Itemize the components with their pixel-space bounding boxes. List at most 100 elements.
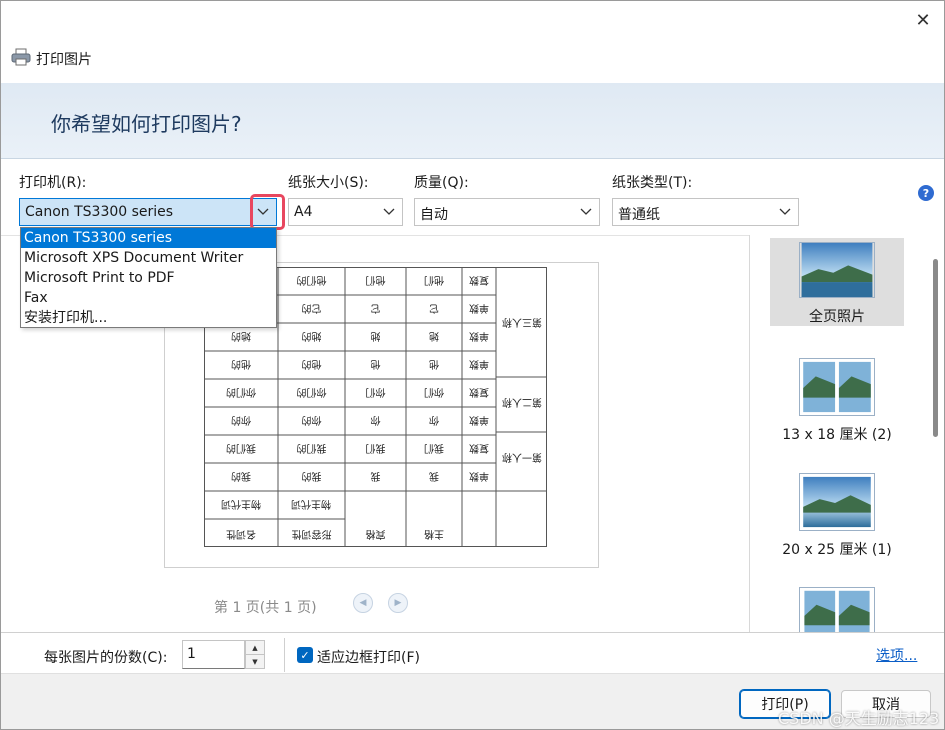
- chevron-down-icon[interactable]: [376, 199, 402, 225]
- worksheet-cell: 复数: [469, 386, 489, 399]
- copies-input[interactable]: 1: [182, 640, 245, 669]
- worksheet-cell: 他的: [302, 358, 322, 371]
- layout-more[interactable]: [770, 583, 904, 633]
- worksheet-cell: 主格: [424, 528, 444, 541]
- paper-size-select[interactable]: A4: [288, 198, 403, 226]
- dialog-header: 你希望如何打印图片?: [1, 83, 944, 159]
- window-title: 打印图片: [36, 52, 92, 68]
- quality-select[interactable]: 自动: [414, 198, 600, 226]
- worksheet-cell: 你们: [424, 386, 444, 399]
- worksheet-cell: 你的: [231, 414, 251, 427]
- worksheet-cell: 他们的: [297, 274, 327, 287]
- previous-page-button[interactable]: ◀: [353, 593, 373, 613]
- two-portrait-thumbnail: [799, 358, 875, 416]
- fit-to-frame-label[interactable]: 适应边框打印(F): [317, 647, 420, 667]
- help-icon[interactable]: ?: [918, 185, 934, 201]
- worksheet-cell: 她的: [302, 330, 322, 343]
- landscape-thumbnail: [799, 242, 875, 298]
- worksheet-cell: 你: [371, 414, 381, 427]
- close-button[interactable]: ✕: [906, 7, 940, 33]
- quality-value: 自动: [420, 207, 448, 223]
- worksheet-cell: 单数: [469, 358, 489, 371]
- worksheet-cell: 第一人称: [502, 451, 542, 464]
- chevron-down-icon[interactable]: [772, 199, 798, 225]
- install-printer-option[interactable]: 安装打印机...: [21, 308, 276, 328]
- layout-full-page[interactable]: 全页照片: [770, 238, 904, 326]
- worksheet-cell: 物主代词: [291, 498, 331, 511]
- landscape-thumbnail: [799, 473, 875, 531]
- worksheet-cell: 物主代词: [221, 498, 261, 511]
- worksheet-cell: 他们: [366, 274, 386, 287]
- divider: [1, 632, 944, 633]
- layout-caption: 全页照片: [809, 309, 865, 325]
- checkmark-icon: ✓: [300, 648, 310, 662]
- next-page-button[interactable]: ▶: [388, 593, 408, 613]
- worksheet-cell: 你们的: [297, 386, 327, 399]
- worksheet-cell: 我: [371, 470, 381, 482]
- worksheet-cell: 我们的: [226, 442, 256, 455]
- worksheet-cell: 我: [429, 470, 439, 482]
- worksheet-cell: 你们: [366, 386, 386, 399]
- layout-list: 全页照片 13 x 18 厘米 (2) 20 x 25 厘米 (1): [750, 235, 944, 633]
- paper-type-label: 纸张类型(T):: [612, 175, 693, 191]
- worksheet-cell: 我们的: [297, 442, 327, 455]
- worksheet-cell: 形容词性: [292, 528, 332, 541]
- stepper-down-icon[interactable]: ▼: [246, 655, 264, 669]
- worksheet-cell: 我们: [366, 442, 386, 455]
- divider: [284, 638, 285, 672]
- printer-label: 打印机(R):: [19, 175, 87, 191]
- printer-option[interactable]: Canon TS3300 series: [21, 228, 276, 248]
- stepper-up-icon[interactable]: ▲: [246, 641, 264, 655]
- worksheet-cell: 我的: [302, 470, 322, 483]
- worksheet-cell: 单数: [469, 302, 489, 315]
- worksheet-cell: 它的: [302, 302, 322, 315]
- worksheet-cell: 你: [429, 414, 439, 427]
- scrollbar-thumb[interactable]: [933, 259, 938, 437]
- printer-option[interactable]: Fax: [21, 288, 276, 308]
- worksheet-cell: 复数: [469, 274, 489, 287]
- worksheet-cell: 他: [429, 358, 439, 371]
- paper-type-value: 普通纸: [618, 207, 660, 223]
- worksheet-cell: 你的: [302, 414, 322, 427]
- layout-caption: 20 x 25 厘米 (1): [782, 542, 892, 558]
- copies-stepper[interactable]: ▲ ▼: [245, 640, 265, 669]
- worksheet-cell: 宾格: [366, 528, 386, 541]
- worksheet-cell: 我的: [231, 470, 251, 483]
- paper-size-value: A4: [294, 204, 313, 220]
- printer-option[interactable]: Microsoft Print to PDF: [21, 268, 276, 288]
- worksheet-cell: 他们: [424, 274, 444, 287]
- worksheet-cell: 单数: [469, 414, 489, 427]
- arrow-right-icon: ▶: [394, 598, 402, 608]
- worksheet-cell: 他: [371, 358, 381, 371]
- worksheet-cell: 名词性: [226, 528, 256, 541]
- worksheet-cell: 单数: [469, 330, 489, 343]
- worksheet-cell: 他的: [231, 358, 251, 371]
- print-pictures-dialog: 打印图片 ✕ 你希望如何打印图片? 打印机(R): 纸张大小(S): 质量(Q)…: [0, 0, 945, 730]
- printer-select[interactable]: Canon TS3300 series: [19, 198, 277, 226]
- layout-20x25[interactable]: 20 x 25 厘米 (1): [770, 469, 904, 559]
- paper-size-label: 纸张大小(S):: [288, 175, 369, 191]
- printer-option[interactable]: Microsoft XPS Document Writer: [21, 248, 276, 268]
- fit-to-frame-checkbox[interactable]: ✓: [297, 647, 313, 663]
- printer-select-value: Canon TS3300 series: [25, 204, 174, 220]
- layout-13x18[interactable]: 13 x 18 厘米 (2): [770, 354, 904, 444]
- printer-icon: [11, 48, 31, 66]
- title-bar: 打印图片 ✕: [1, 1, 944, 83]
- worksheet-cell: 她: [371, 330, 381, 343]
- printer-dropdown-list: Canon TS3300 series Microsoft XPS Docume…: [20, 227, 277, 328]
- dropdown-arrow-highlight: [250, 194, 285, 230]
- page-indicator: 第 1 页(共 1 页): [214, 600, 317, 616]
- worksheet-cell: 我们: [424, 442, 444, 455]
- worksheet-cell: 它: [429, 302, 439, 315]
- worksheet-cell: 第二人称: [502, 396, 542, 409]
- chevron-down-icon[interactable]: [573, 199, 599, 225]
- worksheet-cell: 她的: [231, 330, 251, 343]
- paper-type-select[interactable]: 普通纸: [612, 198, 799, 226]
- worksheet-cell: 单数: [469, 470, 489, 483]
- header-question: 你希望如何打印图片?: [51, 112, 242, 136]
- watermark: CSDN @天生励志123: [778, 709, 940, 728]
- worksheet-cell: 你们的: [226, 386, 256, 399]
- options-link[interactable]: 选项...: [876, 645, 917, 665]
- worksheet-cell: 复数: [469, 442, 489, 455]
- worksheet-cell: 她: [429, 330, 439, 343]
